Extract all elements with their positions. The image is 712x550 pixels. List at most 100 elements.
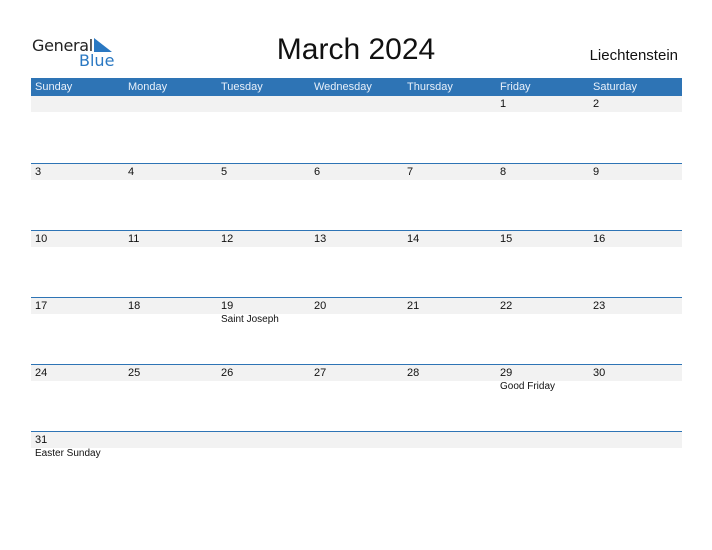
day-cell[interactable]: 6 bbox=[310, 164, 403, 230]
calendar-grid: 1 2 3 4 5 6 7 8 9 10 11 12 13 14 15 16 17 18 19 Saint Josep… bbox=[31, 96, 682, 498]
day-cell[interactable]: 24 bbox=[31, 365, 124, 431]
holiday-label: Good Friday bbox=[500, 381, 556, 392]
week-row: 17 18 19 Saint Joseph 20 21 22 23 bbox=[31, 297, 682, 364]
weekday-thursday: Thursday bbox=[407, 81, 453, 93]
day-number: 21 bbox=[403, 298, 496, 314]
day-cell[interactable]: 21 bbox=[403, 298, 496, 364]
week-row: 24 25 26 27 28 29 Good Friday 30 bbox=[31, 364, 682, 431]
day-number: 13 bbox=[310, 231, 403, 247]
day-number: 23 bbox=[589, 298, 682, 314]
day-cell[interactable]: 29 Good Friday bbox=[496, 365, 589, 431]
day-cell[interactable]: 1 bbox=[496, 96, 589, 163]
day-cell[interactable]: 2 bbox=[589, 96, 682, 163]
weekday-monday: Monday bbox=[128, 81, 168, 93]
day-cell[interactable]: 15 bbox=[496, 231, 589, 297]
day-number: 28 bbox=[403, 365, 496, 381]
day-number: 7 bbox=[403, 164, 496, 180]
day-cell[interactable]: 8 bbox=[496, 164, 589, 230]
day-cell[interactable]: 27 bbox=[310, 365, 403, 431]
day-cell[interactable]: 19 Saint Joseph bbox=[217, 298, 310, 364]
day-number bbox=[310, 96, 403, 112]
day-number: 24 bbox=[31, 365, 124, 381]
weekday-wednesday: Wednesday bbox=[314, 81, 372, 93]
day-number bbox=[403, 96, 496, 112]
day-number: 16 bbox=[589, 231, 682, 247]
weekday-tuesday: Tuesday bbox=[221, 81, 263, 93]
day-cell[interactable]: 31 Easter Sunday bbox=[31, 432, 124, 498]
holiday-label: Easter Sunday bbox=[35, 448, 101, 459]
day-number: 17 bbox=[31, 298, 124, 314]
day-cell bbox=[403, 432, 496, 498]
day-number bbox=[403, 432, 496, 448]
day-number: 18 bbox=[124, 298, 217, 314]
day-number: 25 bbox=[124, 365, 217, 381]
day-cell[interactable]: 13 bbox=[310, 231, 403, 297]
day-number bbox=[310, 432, 403, 448]
week-row: 3456789 bbox=[31, 163, 682, 230]
day-cell bbox=[217, 432, 310, 498]
day-cell[interactable]: 18 bbox=[124, 298, 217, 364]
day-number bbox=[217, 432, 310, 448]
day-cell[interactable]: 9 bbox=[589, 164, 682, 230]
weekday-saturday: Saturday bbox=[593, 81, 638, 93]
day-number bbox=[496, 432, 589, 448]
day-cell[interactable]: 7 bbox=[403, 164, 496, 230]
day-cell[interactable]: 5 bbox=[217, 164, 310, 230]
day-cell[interactable]: 22 bbox=[496, 298, 589, 364]
day-number: 3 bbox=[31, 164, 124, 180]
day-number bbox=[124, 432, 217, 448]
day-number: 26 bbox=[217, 365, 310, 381]
week-row: 10 11 12 13 14 15 16 bbox=[31, 230, 682, 297]
day-number: 15 bbox=[496, 231, 589, 247]
day-cell bbox=[124, 432, 217, 498]
day-number: 11 bbox=[124, 231, 217, 247]
day-cell bbox=[31, 96, 124, 163]
day-number: 19 bbox=[217, 298, 310, 314]
day-cell[interactable]: 23 bbox=[589, 298, 682, 364]
day-number: 5 bbox=[217, 164, 310, 180]
day-number bbox=[124, 96, 217, 112]
day-number bbox=[31, 96, 124, 112]
weekday-sunday: Sunday bbox=[35, 81, 73, 93]
day-number: 27 bbox=[310, 365, 403, 381]
day-number: 31 bbox=[31, 432, 124, 448]
day-number: 22 bbox=[496, 298, 589, 314]
day-cell bbox=[496, 432, 589, 498]
day-cell bbox=[124, 96, 217, 163]
day-number: 12 bbox=[217, 231, 310, 247]
day-cell bbox=[403, 96, 496, 163]
day-cell[interactable]: 4 bbox=[124, 164, 217, 230]
day-number: 2 bbox=[589, 96, 682, 112]
day-number bbox=[217, 96, 310, 112]
day-number: 14 bbox=[403, 231, 496, 247]
week-row: 12 bbox=[31, 96, 682, 163]
weekday-friday: Friday bbox=[500, 81, 531, 93]
day-cell[interactable]: 30 bbox=[589, 365, 682, 431]
day-cell[interactable]: 14 bbox=[403, 231, 496, 297]
day-cell bbox=[589, 432, 682, 498]
day-cell bbox=[310, 432, 403, 498]
day-cell[interactable]: 20 bbox=[310, 298, 403, 364]
day-number: 9 bbox=[589, 164, 682, 180]
weekday-header: Sunday Monday Tuesday Wednesday Thursday Frid… bbox=[31, 78, 682, 96]
day-cell[interactable]: 25 bbox=[124, 365, 217, 431]
day-number: 8 bbox=[496, 164, 589, 180]
day-cell[interactable]: 12 bbox=[217, 231, 310, 297]
day-cell[interactable]: 16 bbox=[589, 231, 682, 297]
day-cell[interactable]: 11 bbox=[124, 231, 217, 297]
day-number: 6 bbox=[310, 164, 403, 180]
day-number: 29 bbox=[496, 365, 589, 381]
day-cell[interactable]: 17 bbox=[31, 298, 124, 364]
day-number: 10 bbox=[31, 231, 124, 247]
day-number bbox=[589, 432, 682, 448]
day-number: 30 bbox=[589, 365, 682, 381]
country-label: Liechtenstein bbox=[589, 47, 678, 64]
day-cell[interactable]: 26 bbox=[217, 365, 310, 431]
day-cell[interactable]: 3 bbox=[31, 164, 124, 230]
day-cell[interactable]: 28 bbox=[403, 365, 496, 431]
day-cell bbox=[310, 96, 403, 163]
day-cell bbox=[217, 96, 310, 163]
day-cell[interactable]: 10 bbox=[31, 231, 124, 297]
holiday-label: Saint Joseph bbox=[221, 314, 279, 325]
week-row: 31 Easter Sunday bbox=[31, 431, 682, 498]
